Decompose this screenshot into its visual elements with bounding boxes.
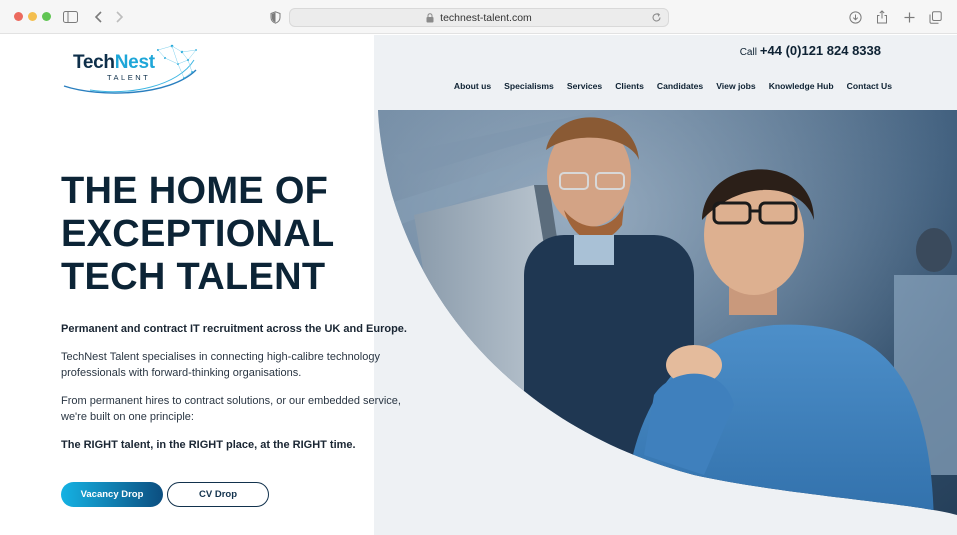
technest-logo[interactable]: TechNest TALENT: [60, 38, 200, 98]
sidebar-toggle-icon[interactable]: [61, 8, 79, 26]
share-icon[interactable]: [873, 8, 891, 26]
reload-icon[interactable]: [651, 12, 662, 23]
minimize-window-button[interactable]: [28, 12, 37, 21]
phone-number[interactable]: +44 (0)121 824 8338: [760, 43, 881, 58]
phone-contact[interactable]: Call +44 (0)121 824 8338: [740, 43, 881, 58]
call-label: Call: [739, 47, 757, 58]
close-window-button[interactable]: [14, 12, 23, 21]
hero-paragraph-1: TechNest Talent specialises in connectin…: [61, 351, 380, 379]
back-icon[interactable]: [89, 8, 107, 26]
forward-icon[interactable]: [110, 8, 128, 26]
logo-tagline: TALENT: [107, 73, 151, 82]
hero-image: [374, 35, 957, 535]
zoom-window-button[interactable]: [42, 12, 51, 21]
hero-lead: Permanent and contract IT recruitment ac…: [61, 323, 407, 335]
hero-headline: THE HOME OF EXCEPTIONAL TECH TALENT: [61, 170, 335, 299]
browser-toolbar: technest-talent.com: [0, 0, 957, 34]
nav-clients[interactable]: Clients: [615, 81, 644, 91]
nav-services[interactable]: Services: [567, 81, 602, 91]
headline-line: EXCEPTIONAL: [61, 213, 335, 255]
nav-contact-us[interactable]: Contact Us: [847, 81, 892, 91]
nav-specialisms[interactable]: Specialisms: [504, 81, 554, 91]
new-tab-icon[interactable]: [900, 8, 918, 26]
office-photo: [374, 35, 957, 515]
headline-line: TECH TALENT: [61, 256, 326, 298]
logo-wordmark: TechNest: [73, 52, 155, 73]
hero-principle: The RIGHT talent, in the RIGHT place, at…: [61, 439, 356, 451]
address-bar[interactable]: technest-talent.com: [289, 8, 669, 27]
vacancy-drop-button[interactable]: Vacancy Drop: [61, 482, 163, 507]
hero-paragraph-2: From permanent hires to contract solutio…: [61, 395, 401, 423]
headline-line: THE HOME OF: [61, 170, 329, 212]
tab-overview-icon[interactable]: [926, 8, 944, 26]
nav-knowledge-hub[interactable]: Knowledge Hub: [769, 81, 834, 91]
main-nav: About us Specialisms Services Clients Ca…: [454, 81, 892, 91]
nav-candidates[interactable]: Candidates: [657, 81, 703, 91]
nav-view-jobs[interactable]: View jobs: [716, 81, 755, 91]
cv-drop-button[interactable]: CV Drop: [167, 482, 269, 507]
lock-icon: [426, 12, 434, 23]
downloads-icon[interactable]: [846, 8, 864, 26]
privacy-shield-icon[interactable]: [266, 8, 284, 26]
nav-about-us[interactable]: About us: [454, 81, 491, 91]
url-text: technest-talent.com: [440, 11, 532, 24]
